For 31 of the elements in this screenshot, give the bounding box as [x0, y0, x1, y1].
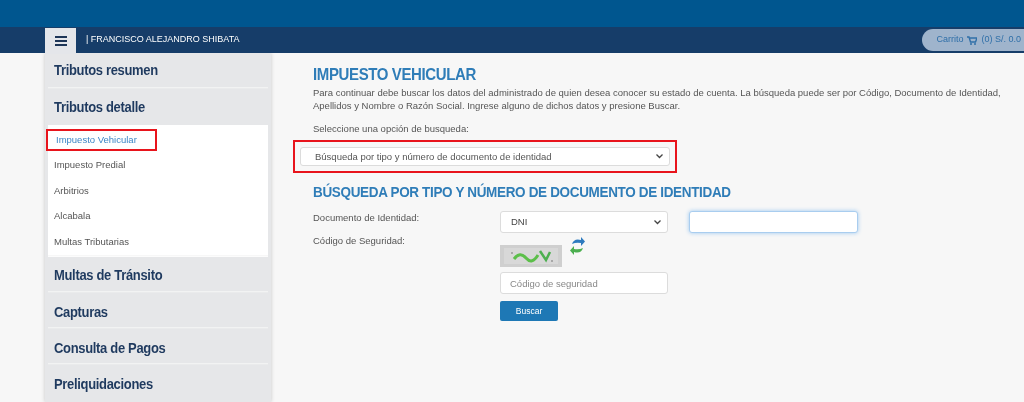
document-number-field[interactable] — [689, 211, 858, 234]
submenu-link[interactable]: Impuesto Vehicular — [48, 127, 268, 153]
chevron-icon — [654, 219, 661, 225]
sidebar-item[interactable]: Consulta de Pagos — [48, 327, 268, 367]
cart-total: (0) S/. 0.0 — [981, 33, 1021, 47]
chevron-icon — [656, 154, 663, 160]
search-option-label: Seleccione una opción de busqueda: — [313, 122, 470, 136]
security-code-field[interactable]: Código de seguridad — [500, 272, 668, 295]
document-label: Documento de Identidad: — [313, 211, 421, 225]
cart-icon — [967, 35, 978, 45]
document-type-value: DNI — [511, 215, 528, 230]
document-type-select[interactable]: DNI — [500, 211, 668, 234]
submenu-link[interactable]: Arbitrios — [48, 178, 268, 204]
user-name: | FRANCISCO ALEJANDRO SHIBATA — [86, 33, 240, 47]
submenu-link[interactable]: Impuesto Predial — [48, 152, 268, 179]
sidebar-item[interactable]: Capturas — [48, 291, 268, 331]
sidebar-item[interactable]: Preliquidaciones — [48, 363, 268, 402]
submenu-link[interactable]: Alcabala — [48, 203, 268, 230]
menu-icon — [54, 36, 67, 46]
page-title: IMPUESTO VEHICULAR — [313, 63, 477, 85]
section-title: BÚSQUEDA POR TIPO Y NÚMERO DE DOCUMENTO DE IDENTIDAD — [313, 182, 732, 203]
cart-label: Carrito — [936, 33, 964, 47]
refresh-icon[interactable] — [570, 237, 585, 256]
intro-paragraph: Para continuar debe buscar los datos del administrado de quien desea conocer su estado de cuenta. La búsqueda puede ser por Código, Documento de Identidad, Apellidos y Nombre o Razón Social. Ingrese alguno de dichos datos y presione Buscar. — [313, 86, 1002, 112]
search-button[interactable]: Buscar — [500, 301, 558, 322]
security-code-label: Código de Seguridad: — [313, 234, 406, 248]
sidebar-item[interactable]: Multas de Tránsito — [48, 255, 268, 295]
search-option-select[interactable]: Búsqueda por tipo y número de documento de identidad — [300, 147, 670, 167]
search-option-value: Búsqueda por tipo y número de documento de identidad — [315, 149, 552, 164]
submenu-link[interactable]: Multas Tributarias — [48, 229, 268, 255]
menu-button[interactable] — [45, 28, 76, 54]
